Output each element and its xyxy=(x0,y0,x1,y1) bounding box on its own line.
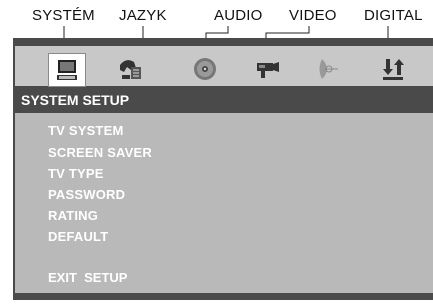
menu-item-rating[interactable]: RATING xyxy=(48,208,98,223)
menu-item-default[interactable]: DEFAULT xyxy=(48,229,108,244)
exit-setup-button[interactable]: EXIT SETUP xyxy=(48,270,127,285)
tab-system[interactable] xyxy=(48,53,86,87)
tab-video[interactable] xyxy=(249,53,285,85)
language-icon xyxy=(120,60,141,79)
page-title: SYSTEM SETUP xyxy=(15,88,433,112)
tab-language[interactable] xyxy=(112,53,148,85)
monitor-icon xyxy=(57,60,77,80)
speaker-icon xyxy=(319,59,338,79)
menu-item-tv-system[interactable]: TV SYSTEM xyxy=(48,123,123,138)
tab-speaker[interactable] xyxy=(308,53,344,85)
disc-icon xyxy=(194,58,216,80)
menu-item-screen-saver[interactable]: SCREEN SAVER xyxy=(48,145,152,160)
tab-digital[interactable] xyxy=(375,53,411,85)
setup-screen: SYSTEM SETUP TV SYSTEM SCREEN SAVER TV T… xyxy=(13,38,433,300)
tab-bar xyxy=(15,46,433,87)
menu-panel: TV SYSTEM SCREEN SAVER TV TYPE PASSWORD … xyxy=(15,113,433,293)
digital-output-icon xyxy=(383,59,404,80)
menu-item-password[interactable]: PASSWORD xyxy=(48,187,125,202)
tab-audio[interactable] xyxy=(187,53,223,85)
menu-item-tv-type[interactable]: TV TYPE xyxy=(48,166,104,181)
video-camera-icon xyxy=(257,62,279,78)
